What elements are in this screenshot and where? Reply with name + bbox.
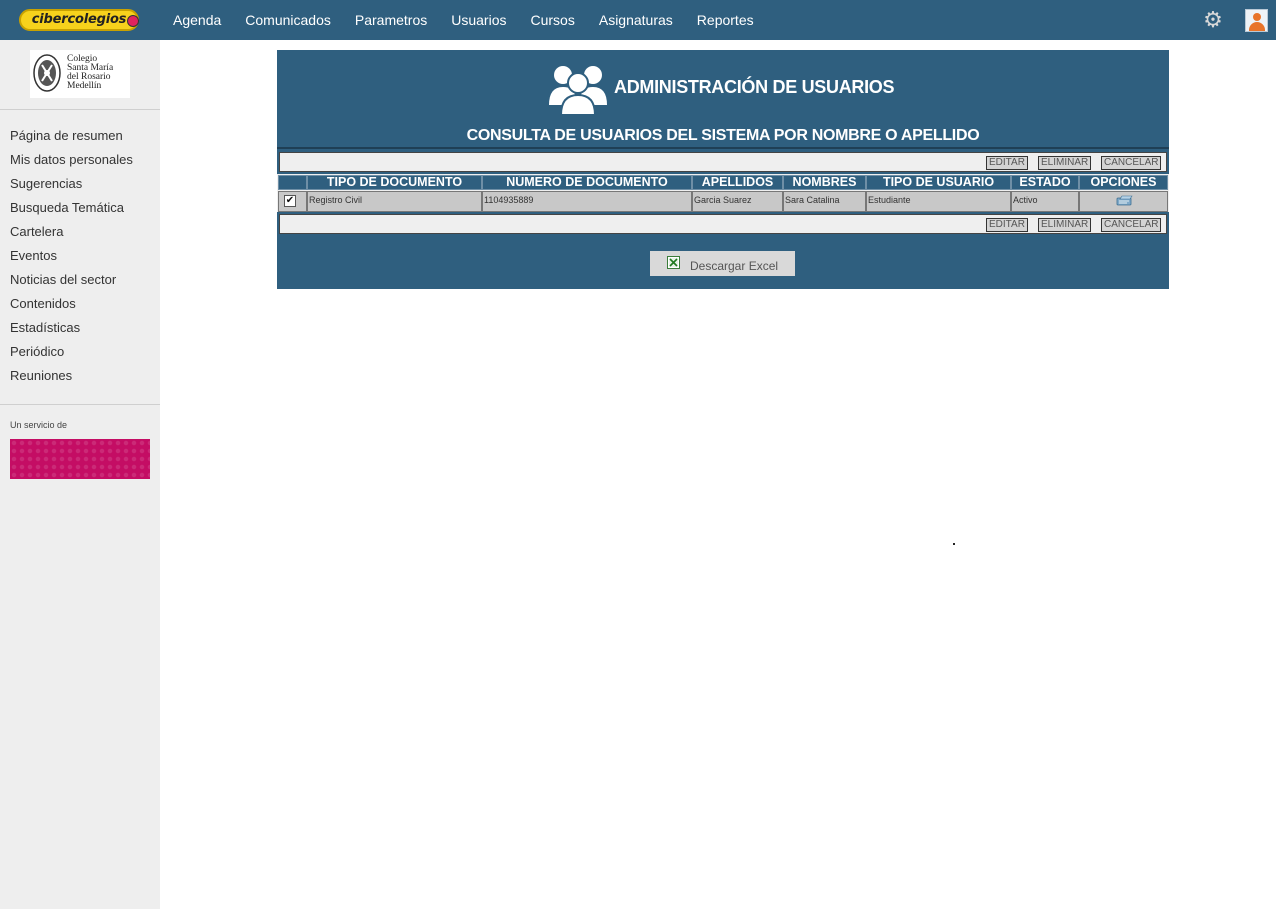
main-menu: Agenda Comunicados Parametros Usuarios C… [161,0,766,40]
download-excel-button[interactable]: Descargar Excel [650,251,795,276]
sidebar-item-eventos[interactable]: Eventos [10,244,133,268]
table-cell-options [1079,191,1168,212]
logo-dot-icon [127,15,139,27]
school-crest-icon [33,54,61,92]
sidebar: Colegio Santa María del Rosario Medellín… [0,40,160,909]
sidebar-item-contenidos[interactable]: Contenidos [10,292,133,316]
table-cell-doc-type: Registro Civil [307,191,482,212]
excel-file-icon [667,256,680,269]
table-header-select [278,175,307,190]
sidebar-menu: Página de resumen Mis datos personales S… [10,124,133,388]
edit-icon[interactable] [1116,195,1133,206]
page-title: ADMINISTRACIÓN DE USUARIOS [614,77,895,97]
school-name: Colegio Santa María del Rosario Medellín [67,54,114,91]
nav-agenda[interactable]: Agenda [161,0,233,40]
sidebar-divider [0,404,160,405]
delete-button[interactable]: ELIMINAR [1038,218,1092,232]
title-divider [277,147,1169,149]
table-cell-status: Activo [1011,191,1079,212]
nav-comunicados[interactable]: Comunicados [233,0,343,40]
table-cell-select: ✔ [278,191,307,212]
top-navigation-bar: cibercolegios Agenda Comunicados Paramet… [0,0,1276,40]
bottom-action-bar: EDITAR ELIMINAR CANCELAR [279,214,1167,234]
sidebar-item-cartelera[interactable]: Cartelera [10,220,133,244]
nav-parametros[interactable]: Parametros [343,0,439,40]
delete-button[interactable]: ELIMINAR [1038,156,1092,170]
users-group-icon [549,66,607,115]
cibercolegios-logo[interactable]: cibercolegios [19,9,139,31]
user-admin-panel: ADMINISTRACIÓN DE USUARIOS CONSULTA DE U… [277,50,1169,289]
nav-usuarios[interactable]: Usuarios [439,0,518,40]
nav-asignaturas[interactable]: Asignaturas [587,0,685,40]
nav-reportes[interactable]: Reportes [685,0,766,40]
table-header: NOMBRES [783,175,866,190]
users-table: TIPO DE DOCUMENTO NÚMERO DE DOCUMENTO AP… [277,174,1169,212]
sidebar-item-estadisticas[interactable]: Estadísticas [10,316,133,340]
row-checkbox[interactable]: ✔ [284,195,296,207]
table-header: TIPO DE DOCUMENTO [307,175,482,190]
table-cell-last-names: Garcia Suarez [692,191,783,212]
table-header: TIPO DE USUARIO [866,175,1011,190]
page-subtitle: CONSULTA DE USUARIOS DEL SISTEMA POR NOM… [466,127,980,144]
table-header: NÚMERO DE DOCUMENTO [482,175,692,190]
sidebar-item-periodico[interactable]: Periódico [10,340,133,364]
cancel-button[interactable]: CANCELAR [1101,218,1162,232]
sidebar-item-datos-personales[interactable]: Mis datos personales [10,148,133,172]
gear-icon[interactable]: ⚙ [1202,9,1224,32]
sidebar-item-busqueda-tematica[interactable]: Busqueda Temática [10,196,133,220]
user-avatar-icon[interactable] [1245,9,1268,32]
sidebar-divider [0,109,160,110]
service-provider-banner[interactable] [10,439,150,479]
sidebar-item-resumen[interactable]: Página de resumen [10,124,133,148]
cancel-button[interactable]: CANCELAR [1101,156,1162,170]
table-header: OPCIONES [1079,175,1168,190]
table-header: APELLIDOS [692,175,783,190]
download-excel-label: Descargar Excel [690,259,779,273]
table-cell-user-type: Estudiante [866,191,1011,212]
sidebar-item-sugerencias[interactable]: Sugerencias [10,172,133,196]
service-label: Un servicio de [10,420,68,430]
sidebar-item-reuniones[interactable]: Reuniones [10,364,133,388]
stray-dot [953,543,955,545]
logo-text: cibercolegios [31,12,127,27]
school-logo: Colegio Santa María del Rosario Medellín [30,50,130,98]
sidebar-item-noticias[interactable]: Noticias del sector [10,268,133,292]
nav-cursos[interactable]: Cursos [519,0,587,40]
top-action-bar: EDITAR ELIMINAR CANCELAR [279,152,1167,172]
edit-button[interactable]: EDITAR [986,218,1028,232]
edit-button[interactable]: EDITAR [986,156,1028,170]
table-cell-doc-number: 1104935889 [482,191,692,212]
table-header: ESTADO [1011,175,1079,190]
table-cell-first-names: Sara Catalina [783,191,866,212]
